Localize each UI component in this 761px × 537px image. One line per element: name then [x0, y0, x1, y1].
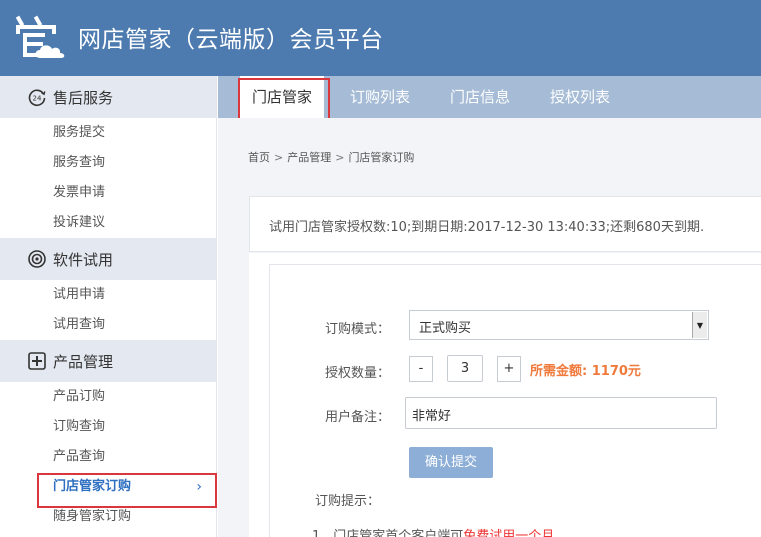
- order-tip-item: 1、门店管家首个客户端可免费试用一个月: [312, 525, 554, 537]
- license-qty-label: 授权数量：: [325, 366, 391, 381]
- breadcrumb: 首页 > 产品管理 > 门店管家订购: [248, 149, 414, 165]
- sidebar-item-service-submit[interactable]: 服务提交: [0, 118, 216, 148]
- sidebar-section-trial[interactable]: 软件试用: [0, 238, 216, 280]
- sidebar-item-store-manager-order[interactable]: 门店管家订购 ›: [0, 472, 216, 502]
- qty-decrement-button[interactable]: -: [409, 356, 433, 382]
- grid-box-icon: [27, 351, 47, 371]
- target-icon: [27, 249, 47, 269]
- sidebar-item-trial-apply[interactable]: 试用申请: [0, 280, 216, 310]
- tab-store-info[interactable]: 门店信息: [450, 76, 510, 118]
- remark-value: 非常好: [412, 409, 452, 424]
- qty-input[interactable]: 3: [447, 355, 483, 382]
- sidebar-item-invoice-apply[interactable]: 发票申请: [0, 178, 216, 208]
- top-header: 网店管家（云端版）会员平台: [0, 0, 761, 76]
- required-amount: 所需金额: 1170元: [530, 364, 641, 379]
- sidebar-section-label: 产品管理: [53, 352, 114, 371]
- sidebar: 24 售后服务 服务提交 服务查询 发票申请 投诉建议 软件试用 试用申请 试用…: [0, 76, 217, 537]
- sidebar-item-product-order[interactable]: 产品订购: [0, 382, 216, 412]
- clock-24-icon: 24: [27, 87, 47, 107]
- trial-info-box: 试用门店管家授权数:10;到期日期:2017-12-30 13:40:33;还剩…: [249, 196, 761, 252]
- breadcrumb-separator: >: [335, 151, 345, 164]
- sidebar-section-product-management[interactable]: 产品管理: [0, 340, 216, 382]
- sidebar-item-label: 门店管家订购: [53, 479, 132, 494]
- breadcrumb-home[interactable]: 首页: [248, 151, 270, 164]
- tab-store-manager[interactable]: 门店管家: [240, 76, 325, 118]
- page-title: 网店管家（云端版）会员平台: [78, 27, 384, 53]
- order-tips-title: 订购提示：: [315, 494, 381, 509]
- sidebar-item-service-query[interactable]: 服务查询: [0, 148, 216, 178]
- qty-increment-button[interactable]: +: [497, 356, 521, 382]
- chevron-right-icon: ›: [196, 479, 202, 495]
- remark-input[interactable]: 非常好: [405, 397, 717, 429]
- sidebar-item-mobile-manager-order[interactable]: 随身管家订购: [0, 502, 216, 532]
- sidebar-section-label: 售后服务: [53, 88, 114, 107]
- submit-button[interactable]: 确认提交: [409, 447, 493, 478]
- sidebar-section-after-sales[interactable]: 24 售后服务: [0, 76, 216, 118]
- sidebar-item-order-query[interactable]: 订购查询: [0, 412, 216, 442]
- order-mode-select[interactable]: 正式购买 ▼: [409, 310, 709, 340]
- svg-text:24: 24: [33, 95, 42, 103]
- breadcrumb-product-management[interactable]: 产品管理: [287, 151, 331, 164]
- tip-highlight: 免费试用一个月: [463, 529, 555, 537]
- tab-bar: 门店管家 订购列表 门店信息 授权列表: [218, 76, 761, 118]
- tab-order-list[interactable]: 订购列表: [350, 76, 410, 118]
- breadcrumb-separator: >: [274, 151, 284, 164]
- order-mode-label: 订购模式：: [325, 322, 391, 337]
- breadcrumb-current: 门店管家订购: [348, 151, 415, 164]
- sidebar-section-label: 软件试用: [53, 250, 114, 269]
- dropdown-arrow-icon[interactable]: ▼: [692, 312, 707, 338]
- sidebar-item-complaint[interactable]: 投诉建议: [0, 208, 216, 238]
- building-cloud-logo-icon: [15, 15, 65, 58]
- tip-text: 1、门店管家首个客户端可: [312, 529, 464, 537]
- order-mode-value: 正式购买: [419, 321, 472, 336]
- sidebar-item-trial-query[interactable]: 试用查询: [0, 310, 216, 340]
- sidebar-item-product-query[interactable]: 产品查询: [0, 442, 216, 472]
- trial-info-text: 试用门店管家授权数:10;到期日期:2017-12-30 13:40:33;还剩…: [269, 220, 705, 235]
- remark-label: 用户备注：: [325, 410, 391, 425]
- tab-license-list[interactable]: 授权列表: [550, 76, 610, 118]
